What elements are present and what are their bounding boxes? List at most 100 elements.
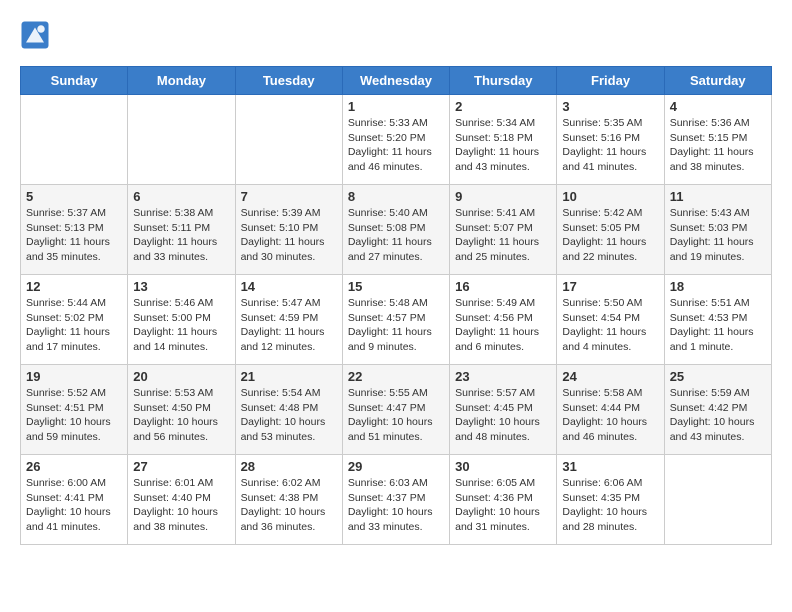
page-header [20, 20, 772, 50]
day-info: Sunrise: 5:50 AM Sunset: 4:54 PM Dayligh… [562, 296, 658, 355]
week-row-3: 12 Sunrise: 5:44 AM Sunset: 5:02 PM Dayli… [21, 275, 772, 365]
calendar-cell: 4 Sunrise: 5:36 AM Sunset: 5:15 PM Daylig… [664, 95, 771, 185]
day-info: Sunrise: 5:53 AM Sunset: 4:50 PM Dayligh… [133, 386, 229, 445]
calendar-cell: 23 Sunrise: 5:57 AM Sunset: 4:45 PM Dayli… [450, 365, 557, 455]
day-info: Sunrise: 6:05 AM Sunset: 4:36 PM Dayligh… [455, 476, 551, 535]
day-info: Sunrise: 5:40 AM Sunset: 5:08 PM Dayligh… [348, 206, 444, 265]
calendar-cell: 26 Sunrise: 6:00 AM Sunset: 4:41 PM Dayli… [21, 455, 128, 545]
day-info: Sunrise: 6:06 AM Sunset: 4:35 PM Dayligh… [562, 476, 658, 535]
day-number: 25 [670, 369, 766, 384]
day-info: Sunrise: 6:01 AM Sunset: 4:40 PM Dayligh… [133, 476, 229, 535]
day-info: Sunrise: 5:49 AM Sunset: 4:56 PM Dayligh… [455, 296, 551, 355]
calendar-cell: 14 Sunrise: 5:47 AM Sunset: 4:59 PM Dayli… [235, 275, 342, 365]
day-info: Sunrise: 5:47 AM Sunset: 4:59 PM Dayligh… [241, 296, 337, 355]
day-number: 2 [455, 99, 551, 114]
calendar-cell: 22 Sunrise: 5:55 AM Sunset: 4:47 PM Dayli… [342, 365, 449, 455]
calendar-cell: 18 Sunrise: 5:51 AM Sunset: 4:53 PM Dayli… [664, 275, 771, 365]
day-number: 28 [241, 459, 337, 474]
day-number: 10 [562, 189, 658, 204]
day-info: Sunrise: 6:03 AM Sunset: 4:37 PM Dayligh… [348, 476, 444, 535]
day-info: Sunrise: 5:35 AM Sunset: 5:16 PM Dayligh… [562, 116, 658, 175]
day-number: 27 [133, 459, 229, 474]
calendar-cell: 27 Sunrise: 6:01 AM Sunset: 4:40 PM Dayli… [128, 455, 235, 545]
day-number: 24 [562, 369, 658, 384]
day-info: Sunrise: 5:43 AM Sunset: 5:03 PM Dayligh… [670, 206, 766, 265]
day-number: 22 [348, 369, 444, 384]
day-number: 11 [670, 189, 766, 204]
calendar-cell: 30 Sunrise: 6:05 AM Sunset: 4:36 PM Dayli… [450, 455, 557, 545]
calendar-cell [128, 95, 235, 185]
day-info: Sunrise: 5:42 AM Sunset: 5:05 PM Dayligh… [562, 206, 658, 265]
day-number: 20 [133, 369, 229, 384]
day-info: Sunrise: 5:55 AM Sunset: 4:47 PM Dayligh… [348, 386, 444, 445]
day-info: Sunrise: 6:00 AM Sunset: 4:41 PM Dayligh… [26, 476, 122, 535]
calendar-cell: 15 Sunrise: 5:48 AM Sunset: 4:57 PM Dayli… [342, 275, 449, 365]
day-header-sunday: Sunday [21, 67, 128, 95]
logo-icon [20, 20, 50, 50]
day-number: 15 [348, 279, 444, 294]
day-info: Sunrise: 5:33 AM Sunset: 5:20 PM Dayligh… [348, 116, 444, 175]
day-number: 19 [26, 369, 122, 384]
day-number: 6 [133, 189, 229, 204]
day-number: 31 [562, 459, 658, 474]
calendar-cell: 25Sunrise: 5:59 AM Sunset: 4:42 PM Dayli… [664, 365, 771, 455]
calendar-cell [21, 95, 128, 185]
day-number: 14 [241, 279, 337, 294]
calendar-cell: 10 Sunrise: 5:42 AM Sunset: 5:05 PM Dayli… [557, 185, 664, 275]
week-row-2: 5 Sunrise: 5:37 AM Sunset: 5:13 PM Daylig… [21, 185, 772, 275]
day-info: Sunrise: 5:51 AM Sunset: 4:53 PM Dayligh… [670, 296, 766, 355]
day-header-thursday: Thursday [450, 67, 557, 95]
week-row-4: 19 Sunrise: 5:52 AM Sunset: 4:51 PM Dayli… [21, 365, 772, 455]
calendar-cell: 16 Sunrise: 5:49 AM Sunset: 4:56 PM Dayli… [450, 275, 557, 365]
day-info: Sunrise: 5:36 AM Sunset: 5:15 PM Dayligh… [670, 116, 766, 175]
day-info: Sunrise: 5:48 AM Sunset: 4:57 PM Dayligh… [348, 296, 444, 355]
day-header-wednesday: Wednesday [342, 67, 449, 95]
day-header-monday: Monday [128, 67, 235, 95]
day-info: Sunrise: 5:34 AM Sunset: 5:18 PM Dayligh… [455, 116, 551, 175]
day-info: Sunrise: 5:41 AM Sunset: 5:07 PM Dayligh… [455, 206, 551, 265]
week-row-5: 26 Sunrise: 6:00 AM Sunset: 4:41 PM Dayli… [21, 455, 772, 545]
day-info: Sunrise: 5:54 AM Sunset: 4:48 PM Dayligh… [241, 386, 337, 445]
day-info: Sunrise: 5:37 AM Sunset: 5:13 PM Dayligh… [26, 206, 122, 265]
day-number: 9 [455, 189, 551, 204]
day-info: Sunrise: 5:46 AM Sunset: 5:00 PM Dayligh… [133, 296, 229, 355]
calendar-cell: 3 Sunrise: 5:35 AM Sunset: 5:16 PM Daylig… [557, 95, 664, 185]
day-number: 5 [26, 189, 122, 204]
day-number: 12 [26, 279, 122, 294]
week-row-1: 1 Sunrise: 5:33 AM Sunset: 5:20 PM Daylig… [21, 95, 772, 185]
calendar-cell [664, 455, 771, 545]
day-number: 17 [562, 279, 658, 294]
calendar-cell: 31 Sunrise: 6:06 AM Sunset: 4:35 PM Dayli… [557, 455, 664, 545]
day-info: Sunrise: 5:39 AM Sunset: 5:10 PM Dayligh… [241, 206, 337, 265]
calendar-cell: 1 Sunrise: 5:33 AM Sunset: 5:20 PM Daylig… [342, 95, 449, 185]
calendar-table: SundayMondayTuesdayWednesdayThursdayFrid… [20, 66, 772, 545]
day-header-saturday: Saturday [664, 67, 771, 95]
day-info: Sunrise: 5:38 AM Sunset: 5:11 PM Dayligh… [133, 206, 229, 265]
day-header-tuesday: Tuesday [235, 67, 342, 95]
calendar-cell: 5 Sunrise: 5:37 AM Sunset: 5:13 PM Daylig… [21, 185, 128, 275]
calendar-cell: 6 Sunrise: 5:38 AM Sunset: 5:11 PM Daylig… [128, 185, 235, 275]
day-info: Sunrise: 5:44 AM Sunset: 5:02 PM Dayligh… [26, 296, 122, 355]
calendar-cell: 28Sunrise: 6:02 AM Sunset: 4:38 PM Dayli… [235, 455, 342, 545]
day-number: 18 [670, 279, 766, 294]
calendar-cell: 8 Sunrise: 5:40 AM Sunset: 5:08 PM Daylig… [342, 185, 449, 275]
day-number: 30 [455, 459, 551, 474]
day-number: 1 [348, 99, 444, 114]
logo [20, 20, 54, 50]
calendar-cell: 24 Sunrise: 5:58 AM Sunset: 4:44 PM Dayli… [557, 365, 664, 455]
day-number: 8 [348, 189, 444, 204]
day-info: Sunrise: 5:57 AM Sunset: 4:45 PM Dayligh… [455, 386, 551, 445]
calendar-cell: 12 Sunrise: 5:44 AM Sunset: 5:02 PM Dayli… [21, 275, 128, 365]
day-number: 4 [670, 99, 766, 114]
day-number: 13 [133, 279, 229, 294]
day-number: 16 [455, 279, 551, 294]
calendar-cell: 2 Sunrise: 5:34 AM Sunset: 5:18 PM Daylig… [450, 95, 557, 185]
calendar-cell: 21Sunrise: 5:54 AM Sunset: 4:48 PM Dayli… [235, 365, 342, 455]
day-number: 26 [26, 459, 122, 474]
calendar-cell: 29 Sunrise: 6:03 AM Sunset: 4:37 PM Dayli… [342, 455, 449, 545]
day-number: 3 [562, 99, 658, 114]
day-number: 29 [348, 459, 444, 474]
day-info: Sunrise: 5:58 AM Sunset: 4:44 PM Dayligh… [562, 386, 658, 445]
day-info: Sunrise: 5:52 AM Sunset: 4:51 PM Dayligh… [26, 386, 122, 445]
day-number: 23 [455, 369, 551, 384]
